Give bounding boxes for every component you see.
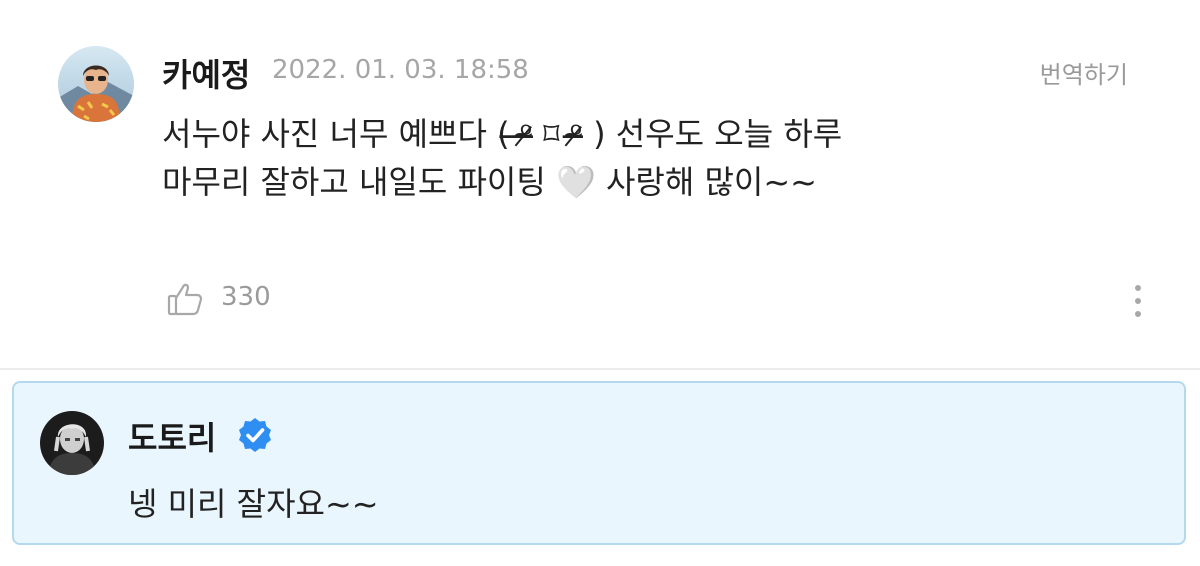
- comment-text-line-2: 마무리 잘하고 내일도 파이팅 🤍 사랑해 많이~~: [162, 163, 817, 201]
- verified-badge-icon: [237, 417, 273, 453]
- author-name[interactable]: 카예정: [162, 50, 250, 96]
- author-avatar-image: [58, 46, 134, 122]
- divider: [0, 368, 1200, 370]
- comment-timestamp: 2022. 01. 03. 18:58: [272, 55, 529, 85]
- reply-text: 넹 미리 잘자요~~: [128, 485, 379, 523]
- thumbs-up-icon[interactable]: [165, 278, 207, 320]
- reply-card: 도토리 넹 미리 잘자요~~: [12, 381, 1186, 545]
- reply-author-name[interactable]: 도토리: [128, 413, 216, 459]
- comment-text-line-1: 서누야 사진 너무 예쁘다 ( ̶̶ᵒ̴̶̷ ⌑ ᵒ̴̶̷ ) 선우도 오늘 하…: [162, 115, 843, 153]
- reply-avatar[interactable]: [40, 411, 104, 475]
- comment-text: 서누야 사진 너무 예쁘다 ( ̶̶ᵒ̴̶̷ ⌑ ᵒ̴̶̷ ) 선우도 오늘 하…: [162, 110, 1042, 206]
- translate-button[interactable]: 번역하기: [1040, 55, 1128, 90]
- vertical-dots-icon[interactable]: [1122, 280, 1154, 322]
- reply-avatar-image: [40, 411, 104, 475]
- comment: 카예정 2022. 01. 03. 18:58 번역하기 서누야 사진 너무 예…: [0, 0, 1200, 370]
- author-avatar[interactable]: [58, 46, 134, 122]
- like-count: 330: [221, 282, 271, 312]
